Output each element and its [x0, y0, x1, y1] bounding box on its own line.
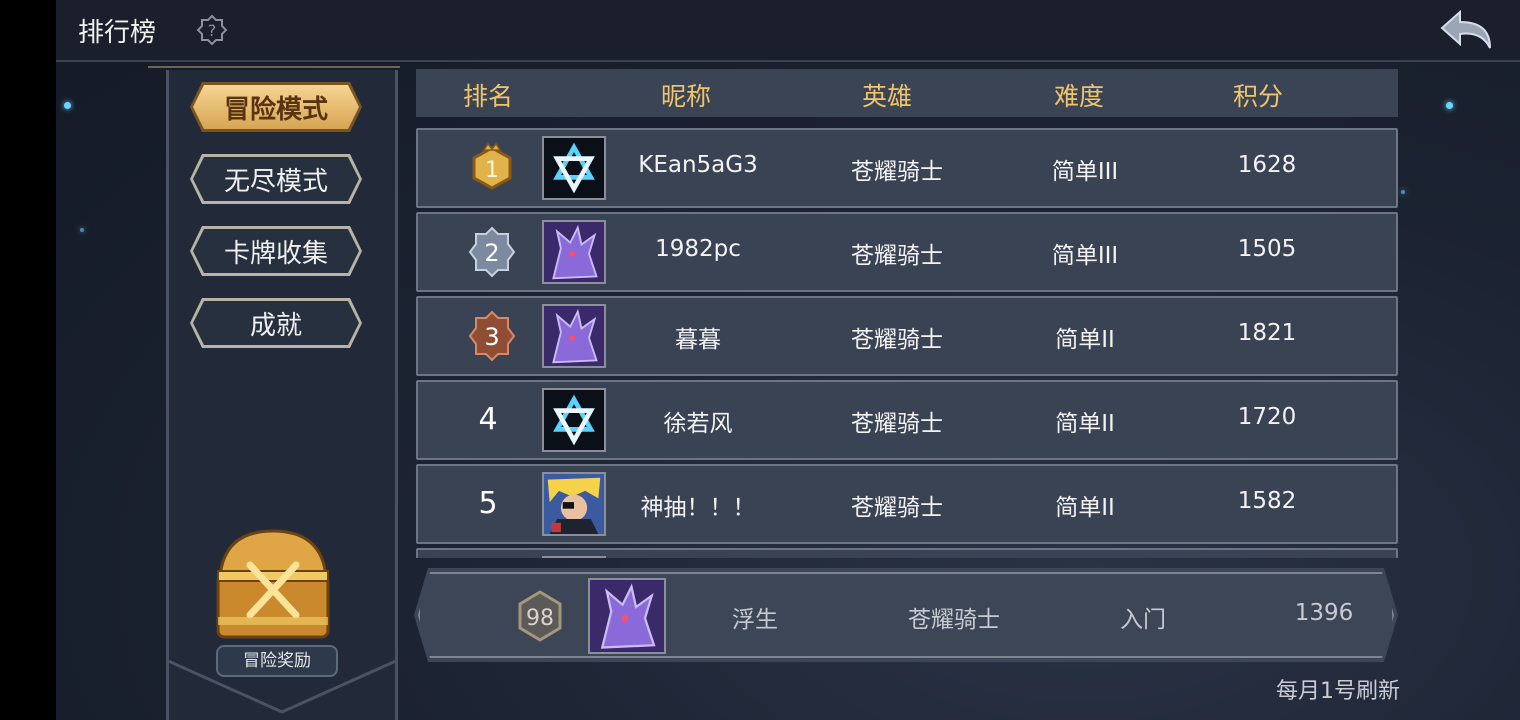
- hero-name: 苍耀骑士: [851, 411, 943, 437]
- difficulty: 简单II: [1055, 495, 1115, 521]
- mode-button-card-collection[interactable]: 卡牌收集: [190, 226, 362, 276]
- treasure-chest-icon[interactable]: [210, 525, 336, 643]
- difficulty: 简单II: [1055, 327, 1115, 353]
- purple-dragon-avatar-icon: [542, 304, 606, 368]
- page-title: 排行榜: [78, 18, 157, 48]
- difficulty: 简单III: [1051, 159, 1119, 185]
- silver-rank-medal-icon: 2: [468, 226, 516, 278]
- hero-name: 苍耀骑士: [851, 327, 943, 353]
- gold-rank-medal-icon: 1: [472, 142, 512, 190]
- mode-label: 无尽模式: [223, 166, 328, 197]
- table-row[interactable]: 4 徐若风 苍耀骑士 简单II 1720: [416, 380, 1398, 460]
- player-name: 1982pc: [655, 236, 741, 262]
- my-player-name: 浮生: [732, 607, 778, 633]
- player-name: 徐若风: [663, 411, 733, 437]
- star-decoration: [64, 102, 71, 109]
- table-row[interactable]: [416, 548, 1398, 558]
- refresh-note: 每月1号刷新: [1276, 679, 1400, 704]
- blonde-pirate-avatar-icon: [542, 472, 606, 536]
- back-arrow-icon[interactable]: [1438, 8, 1494, 52]
- hero-name: 苍耀骑士: [851, 159, 943, 185]
- column-header-difficulty: 难度: [1053, 82, 1105, 111]
- my-rank-number: 98: [526, 606, 554, 631]
- rank-number: 5: [478, 486, 498, 521]
- top-bar: 排行榜 ?: [56, 0, 1520, 62]
- my-rank-row[interactable]: 98 浮生 苍耀骑士 入门 1396: [414, 568, 1398, 662]
- mode-label: 冒险模式: [223, 94, 328, 125]
- help-question-icon[interactable]: ?: [196, 14, 228, 46]
- difficulty: 简单III: [1051, 243, 1119, 269]
- game-screen: 排行榜 ? 冒险模式 无尽模式 卡牌收集 成就 冒险奖励 排名 昵称 英雄 难度…: [56, 0, 1520, 720]
- mode-label: 卡牌收集: [223, 238, 328, 269]
- table-row[interactable]: 2 1982pc 苍耀骑士 简单III 1505: [416, 212, 1398, 292]
- hero-name: 苍耀骑士: [851, 495, 943, 521]
- star-decoration: [80, 228, 84, 232]
- score: 1821: [1237, 320, 1297, 346]
- score: 1582: [1237, 488, 1297, 514]
- score: 1505: [1237, 236, 1297, 262]
- mode-button-adventure[interactable]: 冒险模式: [190, 82, 362, 132]
- star-emblem-avatar-icon: [542, 136, 606, 200]
- rank-number: 2: [484, 239, 499, 267]
- bronze-rank-medal-icon: 3: [468, 310, 516, 362]
- player-name: KEan5aG3: [638, 152, 758, 178]
- my-score: 1396: [1294, 600, 1354, 626]
- score: 1720: [1237, 404, 1297, 430]
- purple-dragon-avatar-icon: [542, 220, 606, 284]
- banner-tail: [166, 660, 398, 714]
- table-row[interactable]: 1 KEan5aG3 苍耀骑士 简单III 1628: [416, 128, 1398, 208]
- score: 1628: [1237, 152, 1297, 178]
- my-difficulty: 入门: [1120, 607, 1166, 633]
- avatar: [542, 556, 606, 558]
- star-emblem-avatar-icon: [542, 388, 606, 452]
- purple-dragon-avatar-icon: [588, 578, 666, 654]
- rank-number: 3: [484, 323, 499, 351]
- mode-button-achievement[interactable]: 成就: [190, 298, 362, 348]
- hero-name: 苍耀骑士: [851, 243, 943, 269]
- svg-text:?: ?: [208, 21, 217, 40]
- rank-number: 4: [478, 402, 498, 437]
- mode-label: 成就: [249, 310, 302, 341]
- rank-badge-icon: 98: [518, 590, 562, 642]
- difficulty: 简单II: [1055, 411, 1115, 437]
- mode-button-endless[interactable]: 无尽模式: [190, 154, 362, 204]
- column-header-score: 积分: [1232, 82, 1284, 111]
- table-row[interactable]: 5 神抽！！！ 苍耀骑士 简单II 1582: [416, 464, 1398, 544]
- star-decoration: [1446, 102, 1453, 109]
- leaderboard-header: 排名 昵称 英雄 难度 积分: [416, 69, 1398, 117]
- column-header-hero: 英雄: [861, 82, 913, 111]
- table-row[interactable]: 3 暮暮 苍耀骑士 简单II 1821: [416, 296, 1398, 376]
- rank-number: 1: [485, 158, 499, 183]
- column-header-rank: 排名: [462, 82, 514, 111]
- star-decoration: [1401, 190, 1405, 194]
- player-name: 暮暮: [675, 327, 721, 353]
- player-name: 神抽！！！: [640, 495, 756, 521]
- leaderboard-list[interactable]: 1 KEan5aG3 苍耀骑士 简单III 1628 2 1982pc 苍耀骑士: [416, 128, 1398, 558]
- my-hero-name: 苍耀骑士: [908, 607, 1000, 633]
- column-header-nickname: 昵称: [660, 82, 712, 111]
